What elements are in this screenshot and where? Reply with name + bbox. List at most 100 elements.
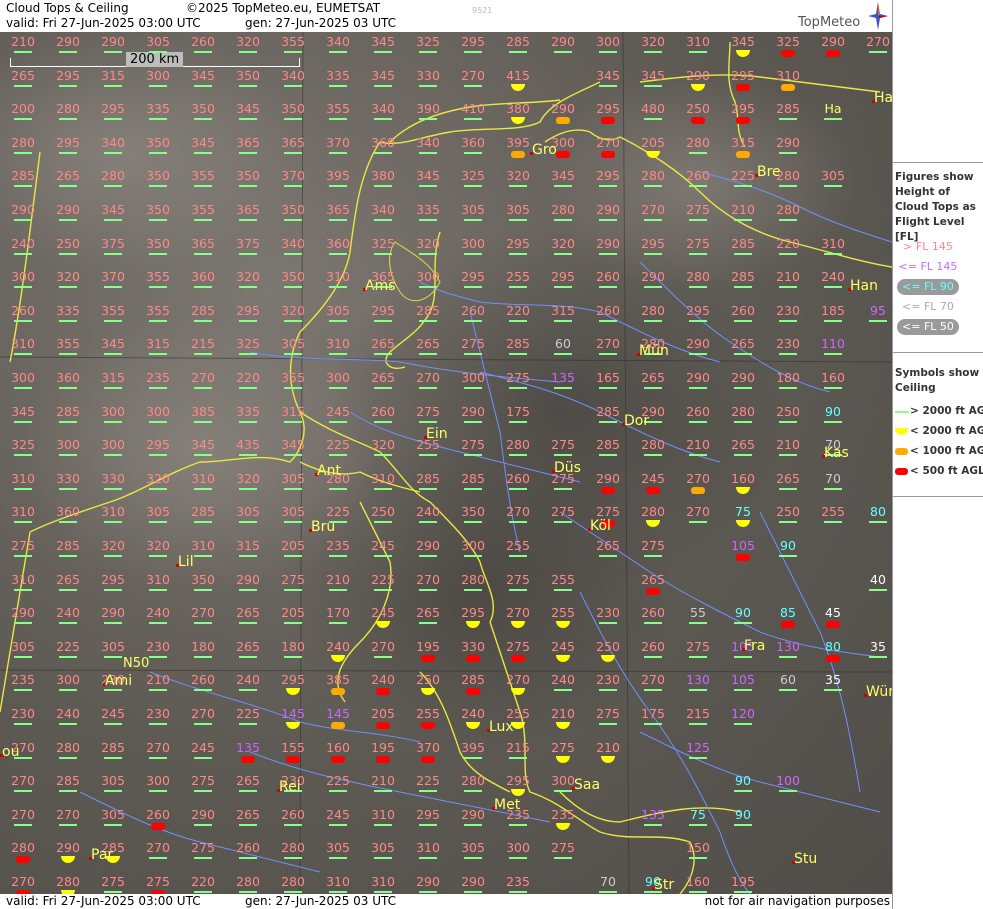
- ceiling-line: [554, 319, 572, 322]
- ceiling-legend-label: < 1000 ft AGL: [910, 445, 983, 457]
- height-legend-item: > FL 145: [903, 240, 953, 253]
- ceiling-line: [599, 252, 617, 255]
- ceiling-line: [104, 622, 122, 625]
- city-label: Ant: [317, 463, 341, 479]
- ceiling-line: [779, 319, 797, 322]
- cloud-top-value: 70: [825, 470, 841, 486]
- ceiling-line: [104, 521, 122, 524]
- cloud-top-value: 395: [461, 739, 485, 755]
- ceiling-line: [419, 151, 437, 154]
- cloud-top-value: 285: [56, 538, 80, 553]
- cloud-top-value: 290: [11, 605, 35, 621]
- cloud-top-value: 90: [825, 403, 841, 419]
- cloud-top-value: 270: [416, 571, 440, 587]
- cloud-top-value: 180: [776, 370, 800, 385]
- ceiling-line: [644, 622, 662, 625]
- cloud-top-value: 390: [416, 101, 440, 117]
- ceiling-line: [824, 118, 842, 121]
- ceiling-line: [599, 185, 617, 188]
- cloud-top-value: 305: [101, 806, 125, 822]
- cloud-top-value: 295: [236, 302, 260, 318]
- cloud-top-value: 300: [101, 403, 125, 419]
- ceiling-line: [644, 185, 662, 188]
- ceiling-line: [14, 588, 32, 591]
- cloud-top-value: 295: [506, 773, 530, 789]
- cloud-top-value: 360: [191, 269, 215, 285]
- cloud-top-value: 270: [641, 672, 665, 688]
- cloud-top-value: 265: [236, 806, 260, 822]
- cloud-top-value: 300: [461, 370, 485, 385]
- ceiling-symbol: [241, 755, 255, 763]
- cloud-top-value: 240: [551, 672, 575, 688]
- cloud-top-value: 265: [776, 470, 800, 486]
- cloud-top-value: 295: [146, 437, 170, 453]
- ceiling-symbol: [826, 654, 840, 662]
- cloud-top-value: 370: [416, 739, 440, 755]
- ceiling-line: [329, 185, 347, 188]
- ceiling-line: [239, 521, 257, 524]
- ceiling-legend-label: < 500 ft AGL: [910, 465, 983, 477]
- ceiling-line: [329, 387, 347, 389]
- ceiling-line: [239, 723, 257, 725]
- ceiling-line: [194, 84, 212, 87]
- cloud-top-value: 230: [776, 302, 800, 318]
- ceiling-line: [734, 286, 752, 289]
- cloud-top-value: 350: [191, 101, 215, 117]
- cloud-top-value: 315: [551, 302, 575, 318]
- ceiling-line: [689, 319, 707, 322]
- ceiling-line: [374, 84, 392, 87]
- ceiling-line: [464, 185, 482, 188]
- ceiling-line: [104, 555, 122, 557]
- ceiling-line: [104, 151, 122, 154]
- cloud-top-value: 285: [56, 773, 80, 789]
- city-label: ou: [2, 744, 20, 760]
- cloud-top-value: 210: [11, 34, 35, 49]
- city-label: Bre: [757, 164, 781, 180]
- cloud-top-value: 305: [236, 504, 260, 520]
- cloud-top-value: 275: [641, 538, 665, 553]
- ceiling-line: [329, 252, 347, 255]
- cloud-top-value: 250: [596, 638, 620, 654]
- cloud-top-value: 290: [461, 403, 485, 419]
- ceiling-line: [554, 588, 572, 591]
- cloud-top-value: 260: [11, 302, 35, 318]
- cloud-top-value: 310: [686, 34, 710, 49]
- ceiling-line: [374, 319, 392, 322]
- cloud-top-value: 295: [686, 302, 710, 318]
- compass-star-icon: [868, 2, 888, 30]
- cloud-top-value: 300: [56, 672, 80, 688]
- ceiling-line: [329, 219, 347, 221]
- ceiling-line: [14, 219, 32, 221]
- ceiling-line: [149, 51, 167, 53]
- cloud-top-value: 240: [236, 672, 260, 688]
- ceiling-line: [599, 219, 617, 221]
- ceiling-line: [779, 521, 797, 524]
- ceiling-line: [779, 487, 797, 490]
- ceiling-symbol: [16, 856, 30, 864]
- cloud-top-value: 310: [821, 235, 845, 251]
- ceiling-line: [779, 219, 797, 221]
- height-legend-item: <= FL 90: [902, 280, 954, 293]
- ceiling-line: [149, 286, 167, 289]
- cloud-top-value: 410: [461, 101, 485, 117]
- cloud-top-value: 270: [416, 370, 440, 385]
- cloud-top-value: 335: [326, 67, 350, 83]
- cloud-top-value: 225: [371, 571, 395, 587]
- cloud-top-value: 355: [326, 101, 350, 117]
- cloud-top-value: 310: [416, 840, 440, 856]
- cloud-top-value: 280: [686, 134, 710, 150]
- cloud-top-value: 245: [551, 638, 575, 654]
- cloud-top-value: 235: [551, 806, 575, 822]
- cloud-top-value: 255: [551, 605, 575, 621]
- cloud-top-value: 210: [776, 437, 800, 453]
- ceiling-line: [464, 420, 482, 423]
- cloud-top-value: 280: [11, 134, 35, 150]
- ceiling-line: [554, 689, 572, 692]
- cloud-top-value: 310: [191, 470, 215, 486]
- ceiling-line: [689, 622, 707, 625]
- ceiling-line: [509, 857, 527, 860]
- cloud-top-value: 350: [191, 571, 215, 587]
- cloud-top-value: 315: [146, 336, 170, 352]
- city-label: Ha: [874, 90, 892, 106]
- cloud-top-value: 240: [11, 235, 35, 251]
